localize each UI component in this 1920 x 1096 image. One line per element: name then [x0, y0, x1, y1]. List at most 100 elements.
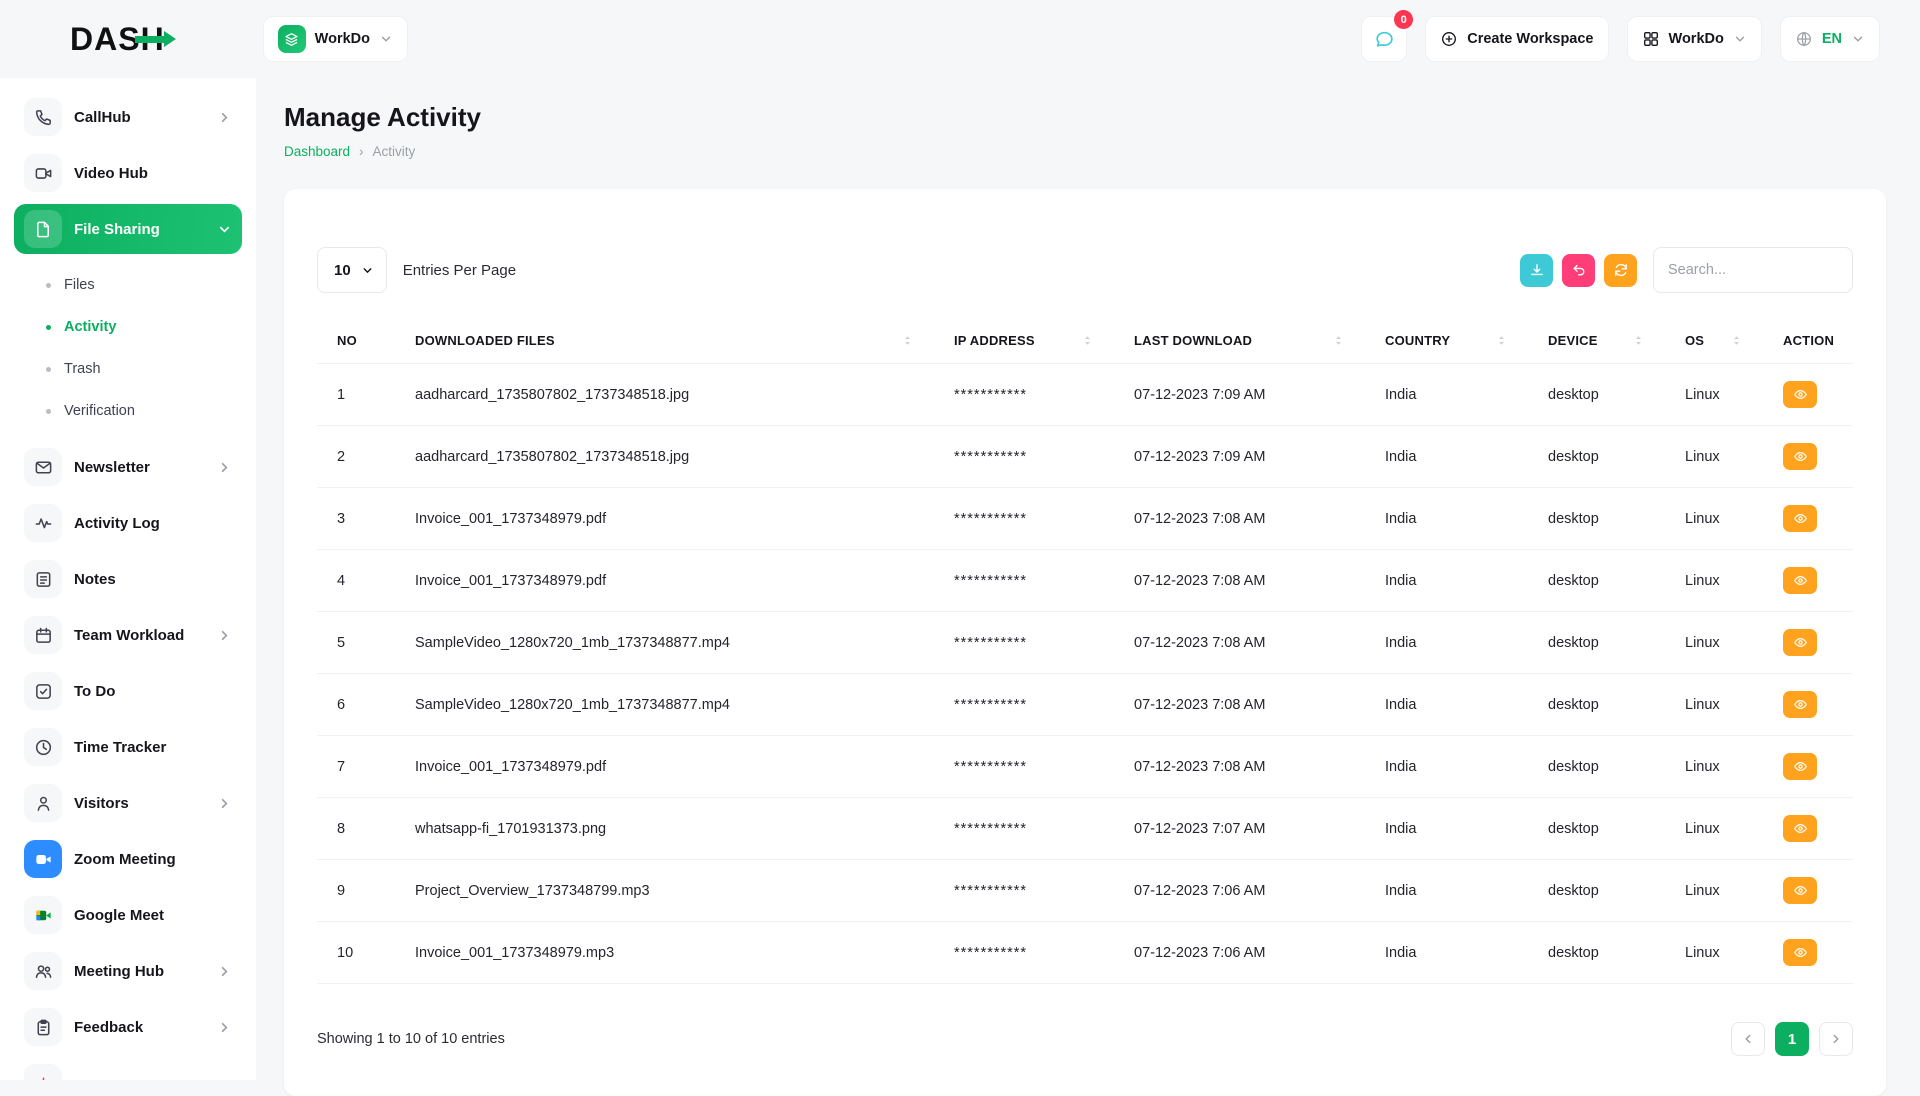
search-input[interactable]: [1653, 247, 1853, 293]
eye-icon: [1793, 635, 1808, 650]
table-row: 7Invoice_001_1737348979.pdf***********07…: [317, 736, 1853, 798]
entries-per-page-select[interactable]: 10: [317, 247, 387, 293]
cell-country: India: [1365, 612, 1528, 674]
sidebar-item-time-tracker[interactable]: Time Tracker: [14, 722, 242, 772]
sidebar-subitem-activity[interactable]: Activity: [46, 306, 242, 348]
sidebar-subitem-trash[interactable]: Trash: [46, 348, 242, 390]
chevron-right-icon: [217, 460, 232, 475]
column-header-os[interactable]: OS: [1665, 317, 1763, 364]
eye-icon: [1793, 511, 1808, 526]
sidebar-subitem-files[interactable]: Files: [46, 264, 242, 306]
page-title: Manage Activity: [284, 102, 1886, 133]
view-activity-button[interactable]: [1783, 381, 1817, 408]
sort-icon: [1730, 334, 1743, 347]
sidebar-item-zoom-meeting[interactable]: Zoom Meeting: [14, 834, 242, 884]
chevron-down-icon: [361, 264, 374, 277]
breadcrumb-dashboard-link[interactable]: Dashboard: [284, 144, 350, 159]
check-square-icon: [24, 672, 62, 710]
sidebar-item-video-hub[interactable]: Video Hub: [14, 148, 242, 198]
chevron-right-icon: [217, 110, 232, 125]
view-activity-button[interactable]: [1783, 691, 1817, 718]
page-1-button[interactable]: 1: [1775, 1022, 1809, 1056]
view-activity-button[interactable]: [1783, 443, 1817, 470]
cell-no: 5: [317, 612, 395, 674]
language-selector[interactable]: EN: [1780, 16, 1880, 62]
column-header-device[interactable]: DEVICE: [1528, 317, 1665, 364]
workspace-dropdown[interactable]: WorkDo: [1627, 16, 1762, 62]
table-toolbar: 10 Entries Per Page: [317, 247, 1853, 293]
table-row: 2aadharcard_1735807802_1737348518.jpg***…: [317, 426, 1853, 488]
view-activity-button[interactable]: [1783, 629, 1817, 656]
cell-country: India: [1365, 922, 1528, 984]
cell-downloaded-file: Invoice_001_1737348979.pdf: [395, 550, 934, 612]
sidebar-item-feedback[interactable]: Feedback: [14, 1002, 242, 1052]
sidebar-item-team-workload[interactable]: Team Workload: [14, 610, 242, 660]
sidebar-item-activity-log[interactable]: Activity Log: [14, 498, 242, 548]
cell-last-download: 07-12-2023 7:06 AM: [1114, 922, 1365, 984]
view-activity-button[interactable]: [1783, 567, 1817, 594]
breadcrumb: Dashboard › Activity: [284, 144, 1886, 159]
cell-os: Linux: [1665, 798, 1763, 860]
cell-no: 1: [317, 364, 395, 426]
sidebar-subitem-verification[interactable]: Verification: [46, 390, 242, 432]
table-header-row: NO DOWNLOADED FILES IP ADDRESSLAST DOWNLOA…: [317, 317, 1853, 364]
eye-icon: [1793, 449, 1808, 464]
eye-icon: [1793, 945, 1808, 960]
chevron-right-icon: [217, 796, 232, 811]
grid-icon: [1642, 30, 1660, 48]
cell-ip-address: ***********: [934, 798, 1114, 860]
pagination: 1: [1731, 1022, 1853, 1056]
table-row: 6SampleVideo_1280x720_1mb_1737348877.mp4…: [317, 674, 1853, 736]
refresh-button[interactable]: [1604, 254, 1637, 287]
sidebar-item-callhub[interactable]: CallHub: [14, 92, 242, 142]
sidebar-item-file-sharing[interactable]: File Sharing: [14, 204, 242, 254]
view-activity-button[interactable]: [1783, 505, 1817, 532]
sidebar-item-visitors[interactable]: Visitors: [14, 778, 242, 828]
cell-action: [1763, 426, 1853, 488]
cell-no: 4: [317, 550, 395, 612]
undo-icon: [1571, 262, 1587, 278]
messages-button[interactable]: 0: [1361, 16, 1407, 62]
column-header-country[interactable]: COUNTRY: [1365, 317, 1528, 364]
undo-button[interactable]: [1562, 254, 1595, 287]
view-activity-button[interactable]: [1783, 753, 1817, 780]
cell-downloaded-file: SampleVideo_1280x720_1mb_1737348877.mp4: [395, 674, 934, 736]
next-page-button[interactable]: [1819, 1022, 1853, 1056]
previous-page-button[interactable]: [1731, 1022, 1765, 1056]
cell-device: desktop: [1528, 550, 1665, 612]
cell-device: desktop: [1528, 612, 1665, 674]
sidebar-item-google-meet[interactable]: Google Meet: [14, 890, 242, 940]
sidebar-item-meeting-hub[interactable]: Meeting Hub: [14, 946, 242, 996]
sidebar-item-to-do[interactable]: To Do: [14, 666, 242, 716]
eye-icon: [1793, 697, 1808, 712]
view-activity-button[interactable]: [1783, 877, 1817, 904]
meet-icon: [24, 896, 62, 934]
brand-logo: DASH: [70, 21, 165, 58]
table-body: 1aadharcard_1735807802_1737348518.jpg***…: [317, 364, 1853, 984]
column-header-downloaded-files[interactable]: DOWNLOADED FILES: [395, 317, 934, 364]
sidebar-item-label: Google Meet: [74, 907, 164, 924]
view-activity-button[interactable]: [1783, 939, 1817, 966]
topbar: DASH WorkDo 0 Create Workspace: [0, 0, 1920, 78]
cell-downloaded-file: Invoice_001_1737348979.pdf: [395, 488, 934, 550]
column-header-no: NO: [317, 317, 395, 364]
chevron-down-icon: [1851, 32, 1865, 46]
sidebar-item-partial[interactable]: [14, 1058, 242, 1080]
pulse-icon: [24, 504, 62, 542]
workspace-name: WorkDo: [315, 31, 370, 47]
column-header-ip-address[interactable]: IP ADDRESS: [934, 317, 1114, 364]
column-label: DOWNLOADED FILES: [415, 333, 555, 348]
cell-no: 3: [317, 488, 395, 550]
export-download-button[interactable]: [1520, 254, 1553, 287]
cell-no: 10: [317, 922, 395, 984]
create-workspace-button[interactable]: Create Workspace: [1425, 16, 1608, 62]
view-activity-button[interactable]: [1783, 815, 1817, 842]
activity-table: NO DOWNLOADED FILES IP ADDRESSLAST DOWNLOA…: [317, 317, 1853, 984]
column-label: ACTION: [1783, 333, 1834, 348]
workspace-selector[interactable]: WorkDo: [263, 16, 408, 62]
column-header-last-download[interactable]: LAST DOWNLOAD: [1114, 317, 1365, 364]
sort-icon: [1332, 334, 1345, 347]
sidebar-item-newsletter[interactable]: Newsletter: [14, 442, 242, 492]
cell-downloaded-file: Project_Overview_1737348799.mp3: [395, 860, 934, 922]
sidebar-item-notes[interactable]: Notes: [14, 554, 242, 604]
